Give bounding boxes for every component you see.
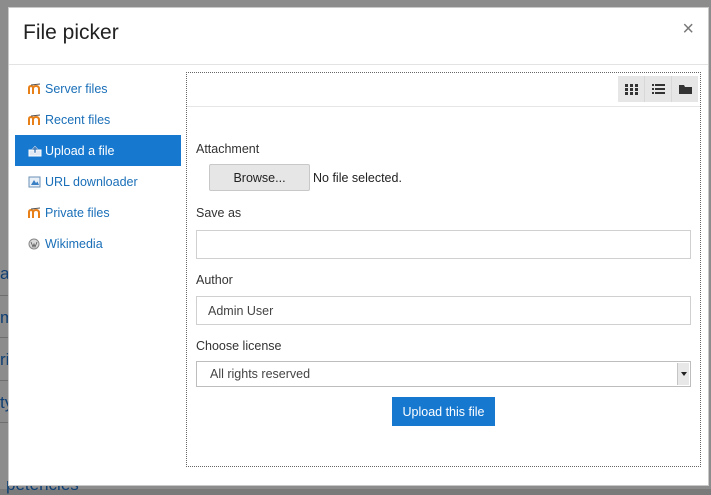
view-toolbar	[187, 73, 700, 107]
dropdown-arrow-icon	[677, 363, 689, 385]
repository-sidebar: Server files Recent files Upload a file …	[15, 73, 181, 259]
icons-view-button[interactable]	[618, 76, 645, 102]
license-selected-value: All rights reserved	[210, 367, 311, 381]
attachment-row: Browse... No file selected.	[196, 164, 691, 191]
sidebar-item-wikimedia[interactable]: Wikimedia	[15, 228, 181, 259]
list-view-button[interactable]	[645, 76, 672, 102]
grid-icon	[624, 83, 638, 95]
file-status-text: No file selected.	[313, 170, 402, 185]
dialog-header: File picker ×	[9, 8, 708, 65]
upload-icon	[28, 145, 42, 156]
sidebar-item-upload-a-file[interactable]: Upload a file	[15, 135, 181, 166]
repository-icon	[28, 114, 41, 125]
sidebar-item-label: Wikimedia	[45, 236, 103, 251]
save-as-input[interactable]	[196, 230, 691, 259]
file-picker-dialog: File picker × Server files Recent files …	[8, 7, 709, 486]
sidebar-item-label: URL downloader	[45, 174, 138, 189]
upload-file-button[interactable]: Upload this file	[392, 397, 495, 426]
folder-view-button[interactable]	[672, 76, 698, 102]
wikimedia-icon	[28, 238, 40, 249]
upload-panel: Attachment Browse... No file selected. S…	[186, 72, 701, 467]
author-input[interactable]: Admin User	[196, 296, 691, 325]
license-select[interactable]: All rights reserved	[196, 361, 691, 387]
save-as-label: Save as	[196, 206, 242, 220]
folder-icon	[678, 84, 692, 94]
attachment-label: Attachment	[196, 142, 260, 156]
view-switcher	[618, 76, 698, 102]
sidebar-item-url-downloader[interactable]: URL downloader	[15, 166, 181, 197]
sidebar-item-label: Server files	[45, 81, 108, 96]
browse-button[interactable]: Browse...	[209, 164, 310, 191]
list-icon	[651, 83, 665, 94]
sidebar-item-label: Upload a file	[45, 143, 115, 158]
repository-icon	[28, 83, 41, 94]
dialog-title: File picker	[23, 21, 119, 44]
author-label: Author	[196, 273, 233, 287]
url-icon	[28, 176, 41, 187]
close-icon[interactable]: ×	[682, 19, 694, 39]
sidebar-item-label: Recent files	[45, 112, 111, 127]
upload-form: Attachment Browse... No file selected. S…	[196, 142, 691, 426]
repository-icon	[28, 207, 41, 218]
sidebar-item-recent-files[interactable]: Recent files	[15, 104, 181, 135]
sidebar-item-private-files[interactable]: Private files	[15, 197, 181, 228]
sidebar-item-server-files[interactable]: Server files	[15, 73, 181, 104]
license-label: Choose license	[196, 339, 282, 353]
sidebar-item-label: Private files	[45, 205, 110, 220]
